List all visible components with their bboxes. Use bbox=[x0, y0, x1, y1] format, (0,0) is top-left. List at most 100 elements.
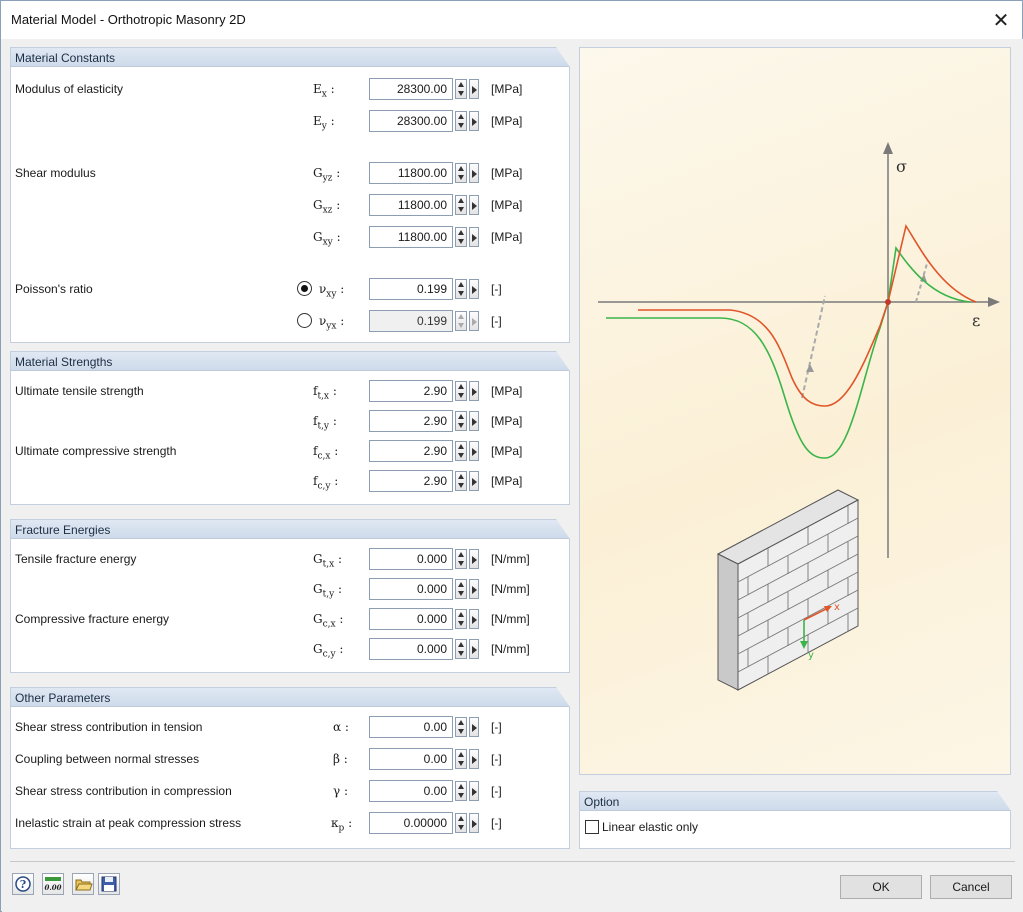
gtx-unit: [N/mm] bbox=[491, 552, 530, 566]
fcx-row: Ultimate compressive strength fc,x : 2.9… bbox=[11, 440, 569, 464]
fcy-input[interactable]: 2.90 bbox=[369, 470, 453, 492]
ey-row: Ey : 28300.00 [MPa] bbox=[11, 110, 569, 134]
fcy-spinner[interactable] bbox=[455, 471, 467, 491]
beta-input[interactable]: 0.00 bbox=[369, 748, 453, 770]
ey-spinner[interactable] bbox=[455, 111, 467, 131]
kappa-input[interactable]: 0.00000 bbox=[369, 812, 453, 834]
ex-symbol: Ex : bbox=[313, 82, 335, 100]
help-icon: ? bbox=[15, 876, 31, 892]
gcy-arrow-button[interactable] bbox=[469, 639, 479, 659]
gxy-arrow-button[interactable] bbox=[469, 227, 479, 247]
ex-arrow-button[interactable] bbox=[469, 79, 479, 99]
gcx-input[interactable]: 0.000 bbox=[369, 608, 453, 630]
save-button[interactable] bbox=[98, 873, 120, 895]
compressive-strength-label: Ultimate compressive strength bbox=[15, 444, 177, 458]
gyz-input[interactable]: 11800.00 bbox=[369, 162, 453, 184]
gtx-arrow-button[interactable] bbox=[469, 549, 479, 569]
shear-label: Shear modulus bbox=[15, 166, 96, 180]
beta-arrow-button[interactable] bbox=[469, 749, 479, 769]
beta-symbol: β : bbox=[333, 752, 348, 766]
ex-spinner[interactable] bbox=[455, 79, 467, 99]
fty-arrow-button[interactable] bbox=[469, 411, 479, 431]
gamma-label: Shear stress contribution in compression bbox=[15, 784, 232, 798]
wall-side-face bbox=[717, 553, 739, 691]
alpha-arrow-button[interactable] bbox=[469, 717, 479, 737]
gcy-symbol: Gc,y : bbox=[313, 642, 344, 660]
close-icon[interactable]: ✕ bbox=[986, 5, 1016, 35]
group-title: Fracture Energies bbox=[15, 523, 111, 537]
linear-elastic-checkbox[interactable] bbox=[585, 820, 599, 834]
units-icon: 0.00 bbox=[44, 877, 62, 892]
gcy-input[interactable]: 0.000 bbox=[369, 638, 453, 660]
ftx-spinner[interactable] bbox=[455, 381, 467, 401]
gamma-input[interactable]: 0.00 bbox=[369, 780, 453, 802]
gcx-row: Compressive fracture energy Gc,x : 0.000… bbox=[11, 608, 569, 632]
ey-arrow-button[interactable] bbox=[469, 111, 479, 131]
kappa-spinner[interactable] bbox=[455, 813, 467, 833]
stress-strain-diagram: σ ε x y bbox=[598, 142, 1000, 691]
gcy-spinner[interactable] bbox=[455, 639, 467, 659]
help-button[interactable]: ? bbox=[12, 873, 34, 895]
fcx-spinner[interactable] bbox=[455, 441, 467, 461]
units-button[interactable]: 0.00 bbox=[42, 873, 64, 895]
gxz-arrow-button[interactable] bbox=[469, 195, 479, 215]
kappa-arrow-button[interactable] bbox=[469, 813, 479, 833]
gamma-spinner[interactable] bbox=[455, 781, 467, 801]
gcx-spinner[interactable] bbox=[455, 609, 467, 629]
gxz-spinner[interactable] bbox=[455, 195, 467, 215]
alpha-spinner[interactable] bbox=[455, 717, 467, 737]
alpha-label: Shear stress contribution in tension bbox=[15, 720, 203, 734]
fty-spinner[interactable] bbox=[455, 411, 467, 431]
compressive-fracture-label: Compressive fracture energy bbox=[15, 612, 170, 626]
kappa-row: Inelastic strain at peak compression str… bbox=[11, 812, 569, 836]
vyx-radio[interactable] bbox=[297, 313, 312, 328]
ey-input[interactable]: 28300.00 bbox=[369, 110, 453, 132]
ok-button[interactable]: OK bbox=[840, 875, 922, 899]
gyz-arrow-button[interactable] bbox=[469, 163, 479, 183]
gty-spinner[interactable] bbox=[455, 579, 467, 599]
beta-label: Coupling between normal stresses bbox=[15, 752, 200, 766]
beta-spinner[interactable] bbox=[455, 749, 467, 769]
gyz-spinner[interactable] bbox=[455, 163, 467, 183]
dialog-content: Material Constants Modulus of elasticity… bbox=[2, 39, 1023, 912]
fcy-arrow-button[interactable] bbox=[469, 471, 479, 491]
fty-input[interactable]: 2.90 bbox=[369, 410, 453, 432]
tensile-strength-label: Ultimate tensile strength bbox=[15, 384, 144, 398]
gtx-spinner[interactable] bbox=[455, 549, 467, 569]
gamma-arrow-button[interactable] bbox=[469, 781, 479, 801]
gxz-unit: [MPa] bbox=[491, 198, 523, 212]
vyx-arrow-button bbox=[469, 311, 479, 331]
vxy-input[interactable]: 0.199 bbox=[369, 278, 453, 300]
ex-input[interactable]: 28300.00 bbox=[369, 78, 453, 100]
dialog-window: Material Model - Orthotropic Masonry 2D … bbox=[0, 0, 1023, 912]
gty-arrow-button[interactable] bbox=[469, 579, 479, 599]
vxy-spinner[interactable] bbox=[455, 279, 467, 299]
linear-elastic-label[interactable]: Linear elastic only bbox=[602, 820, 698, 834]
vxy-arrow-button[interactable] bbox=[469, 279, 479, 299]
epsilon-axis-arrow bbox=[988, 297, 1000, 307]
gcx-arrow-button[interactable] bbox=[469, 609, 479, 629]
fcx-arrow-button[interactable] bbox=[469, 441, 479, 461]
gamma-row: Shear stress contribution in compression… bbox=[11, 780, 569, 804]
vxy-radio[interactable] bbox=[297, 281, 312, 296]
gamma-symbol: γ : bbox=[333, 784, 349, 798]
fcy-symbol: fc,y : bbox=[313, 474, 339, 492]
cancel-button[interactable]: Cancel bbox=[930, 875, 1012, 899]
vyx-symbol: νyx : bbox=[319, 314, 345, 332]
gxy-input[interactable]: 11800.00 bbox=[369, 226, 453, 248]
fcx-input[interactable]: 2.90 bbox=[369, 440, 453, 462]
gcx-unit: [N/mm] bbox=[491, 612, 530, 626]
group-header: Other Parameters bbox=[11, 687, 570, 707]
svg-text:0.00: 0.00 bbox=[44, 883, 61, 892]
ey-unit: [MPa] bbox=[491, 114, 523, 128]
gxy-spinner[interactable] bbox=[455, 227, 467, 247]
gxz-input[interactable]: 11800.00 bbox=[369, 194, 453, 216]
gtx-input[interactable]: 0.000 bbox=[369, 548, 453, 570]
ftx-input[interactable]: 2.90 bbox=[369, 380, 453, 402]
fty-unit: [MPa] bbox=[491, 414, 523, 428]
fcy-row: fc,y : 2.90 [MPa] bbox=[11, 470, 569, 494]
open-button[interactable] bbox=[72, 873, 94, 895]
gty-input[interactable]: 0.000 bbox=[369, 578, 453, 600]
alpha-input[interactable]: 0.00 bbox=[369, 716, 453, 738]
ftx-arrow-button[interactable] bbox=[469, 381, 479, 401]
